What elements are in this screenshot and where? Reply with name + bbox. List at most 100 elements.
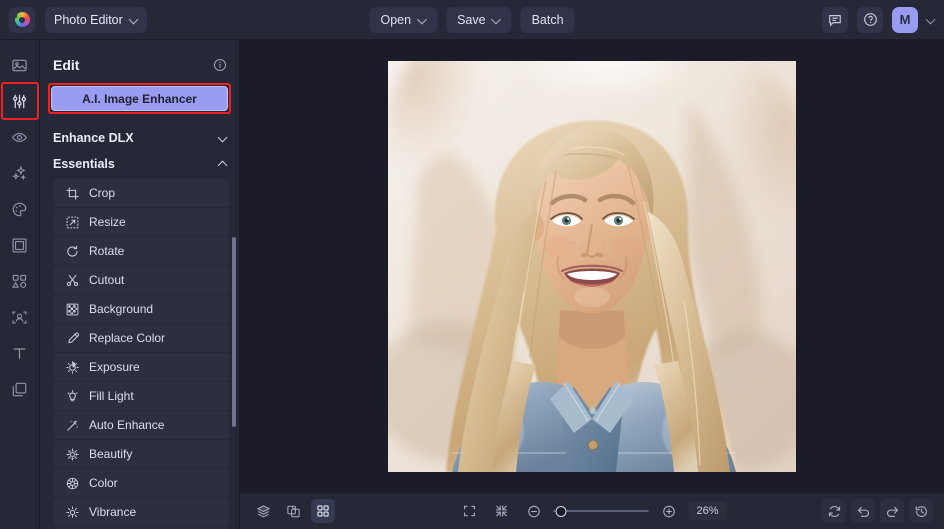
exposure-icon: [65, 360, 79, 374]
reset-icon[interactable]: [822, 499, 846, 523]
zoom-out-icon[interactable]: [522, 499, 546, 523]
sidebar-item-text[interactable]: [3, 336, 37, 370]
photo-editor-app: Photo Editor Open Save Batch: [0, 0, 944, 529]
tool-beautify-label: Beautify: [89, 447, 132, 461]
sidebar-item-shapes[interactable]: [3, 264, 37, 298]
bottom-left-group: [251, 499, 335, 523]
tool-rotate-label: Rotate: [89, 244, 124, 258]
tool-background[interactable]: Background: [54, 295, 229, 323]
sidebar-item-edit[interactable]: [3, 84, 37, 118]
sidebar-item-photo[interactable]: [3, 48, 37, 82]
undo-icon[interactable]: [851, 499, 875, 523]
sidebar-item-frames[interactable]: [3, 228, 37, 262]
tool-background-label: Background: [89, 302, 153, 316]
zoom-controls: 26%: [458, 499, 727, 523]
tool-rotate[interactable]: Rotate: [54, 237, 229, 265]
shrink-icon[interactable]: [490, 499, 514, 523]
toolbar-left-group: Photo Editor: [0, 7, 147, 33]
tool-exposure-label: Exposure: [89, 360, 140, 374]
sidebar-item-paint[interactable]: [3, 192, 37, 226]
history-icon[interactable]: [909, 499, 933, 523]
account-menu-button[interactable]: [927, 16, 935, 24]
chevron-down-icon: [493, 16, 501, 24]
tool-exposure[interactable]: Exposure: [54, 353, 229, 381]
zoom-level-value[interactable]: 26%: [689, 502, 727, 520]
tool-crop-label: Crop: [89, 186, 115, 200]
app-switcher-label: Photo Editor: [54, 13, 123, 27]
left-tool-rail: [0, 40, 40, 529]
bottom-right-group: [822, 499, 933, 523]
edited-photo[interactable]: [388, 61, 796, 472]
section-essentials[interactable]: Essentials: [40, 151, 239, 177]
tool-cutout-label: Cutout: [89, 273, 124, 287]
magic-wand-icon: [65, 418, 79, 432]
toolbar-right-group: M: [822, 7, 944, 33]
tool-vibrance[interactable]: Vibrance: [54, 498, 229, 526]
save-button[interactable]: Save: [446, 7, 512, 33]
chat-icon[interactable]: [822, 7, 848, 33]
info-icon[interactable]: [213, 58, 227, 72]
beautify-icon: [65, 447, 79, 461]
app-logo: [9, 7, 35, 33]
panel-header: Edit: [40, 48, 239, 82]
ai-image-enhancer-label: A.I. Image Enhancer: [82, 92, 197, 106]
checkerboard-icon: [65, 302, 79, 316]
logo-icon: [15, 12, 30, 27]
canvas-column: 26%: [240, 40, 944, 529]
chevron-down-icon: [130, 16, 138, 24]
sidebar-item-layers[interactable]: [3, 372, 37, 406]
tool-color[interactable]: Color: [54, 469, 229, 497]
photo-artwork: [388, 61, 796, 472]
tool-auto-enhance[interactable]: Auto Enhance: [54, 411, 229, 439]
save-button-label: Save: [457, 13, 486, 27]
ai-image-enhancer-button[interactable]: A.I. Image Enhancer: [51, 86, 228, 111]
panel-scroll-area[interactable]: Enhance DLX Essentials Crop: [40, 125, 239, 529]
tool-crop[interactable]: Crop: [54, 179, 229, 207]
avatar[interactable]: M: [892, 7, 918, 33]
fit-screen-icon[interactable]: [458, 499, 482, 523]
bottom-toolbar: 26%: [240, 492, 944, 529]
panel-scrollbar[interactable]: [232, 237, 236, 427]
app-switcher-button[interactable]: Photo Editor: [45, 7, 147, 33]
batch-button[interactable]: Batch: [521, 7, 575, 33]
tool-resize[interactable]: Resize: [54, 208, 229, 236]
page-title: Edit: [53, 57, 79, 73]
open-button[interactable]: Open: [369, 7, 437, 33]
sidebar-item-effects[interactable]: [3, 156, 37, 190]
color-wheel-icon: [65, 476, 79, 490]
bulb-icon: [65, 389, 79, 403]
zoom-slider[interactable]: [554, 504, 649, 518]
image-canvas[interactable]: [240, 40, 944, 492]
zoom-slider-handle[interactable]: [556, 506, 567, 517]
tool-beautify[interactable]: Beautify: [54, 440, 229, 468]
toolbar-center-group: Open Save Batch: [369, 7, 574, 33]
chevron-down-icon: [418, 16, 426, 24]
resize-icon: [65, 215, 79, 229]
grid-icon[interactable]: [311, 499, 335, 523]
eyedropper-icon: [65, 331, 79, 345]
tool-color-label: Color: [89, 476, 118, 490]
vibrance-icon: [65, 505, 79, 519]
sidebar-item-cutout[interactable]: [3, 300, 37, 334]
tool-auto-enhance-label: Auto Enhance: [89, 418, 164, 432]
tool-replace-color[interactable]: Replace Color: [54, 324, 229, 352]
avatar-initial: M: [900, 12, 911, 27]
chevron-down-icon: [927, 16, 935, 24]
sidebar-item-retouch[interactable]: [3, 120, 37, 154]
tool-cutout[interactable]: Cutout: [54, 266, 229, 294]
zoom-slider-track: [554, 510, 649, 512]
section-enhance-dlx[interactable]: Enhance DLX: [40, 125, 239, 151]
compare-icon[interactable]: [281, 499, 305, 523]
redo-icon[interactable]: [880, 499, 904, 523]
help-icon[interactable]: [857, 7, 883, 33]
tool-fill-light[interactable]: Fill Light: [54, 382, 229, 410]
rotate-icon: [65, 244, 79, 258]
tool-fill-light-label: Fill Light: [89, 389, 134, 403]
zoom-in-icon[interactable]: [657, 499, 681, 523]
crop-icon: [65, 186, 79, 200]
chevron-down-icon: [219, 134, 227, 142]
chevron-up-icon: [219, 160, 227, 168]
ai-enhancer-wrap: A.I. Image Enhancer: [40, 82, 239, 111]
essentials-tool-list: Crop Resize: [40, 177, 239, 529]
layers-icon[interactable]: [251, 499, 275, 523]
